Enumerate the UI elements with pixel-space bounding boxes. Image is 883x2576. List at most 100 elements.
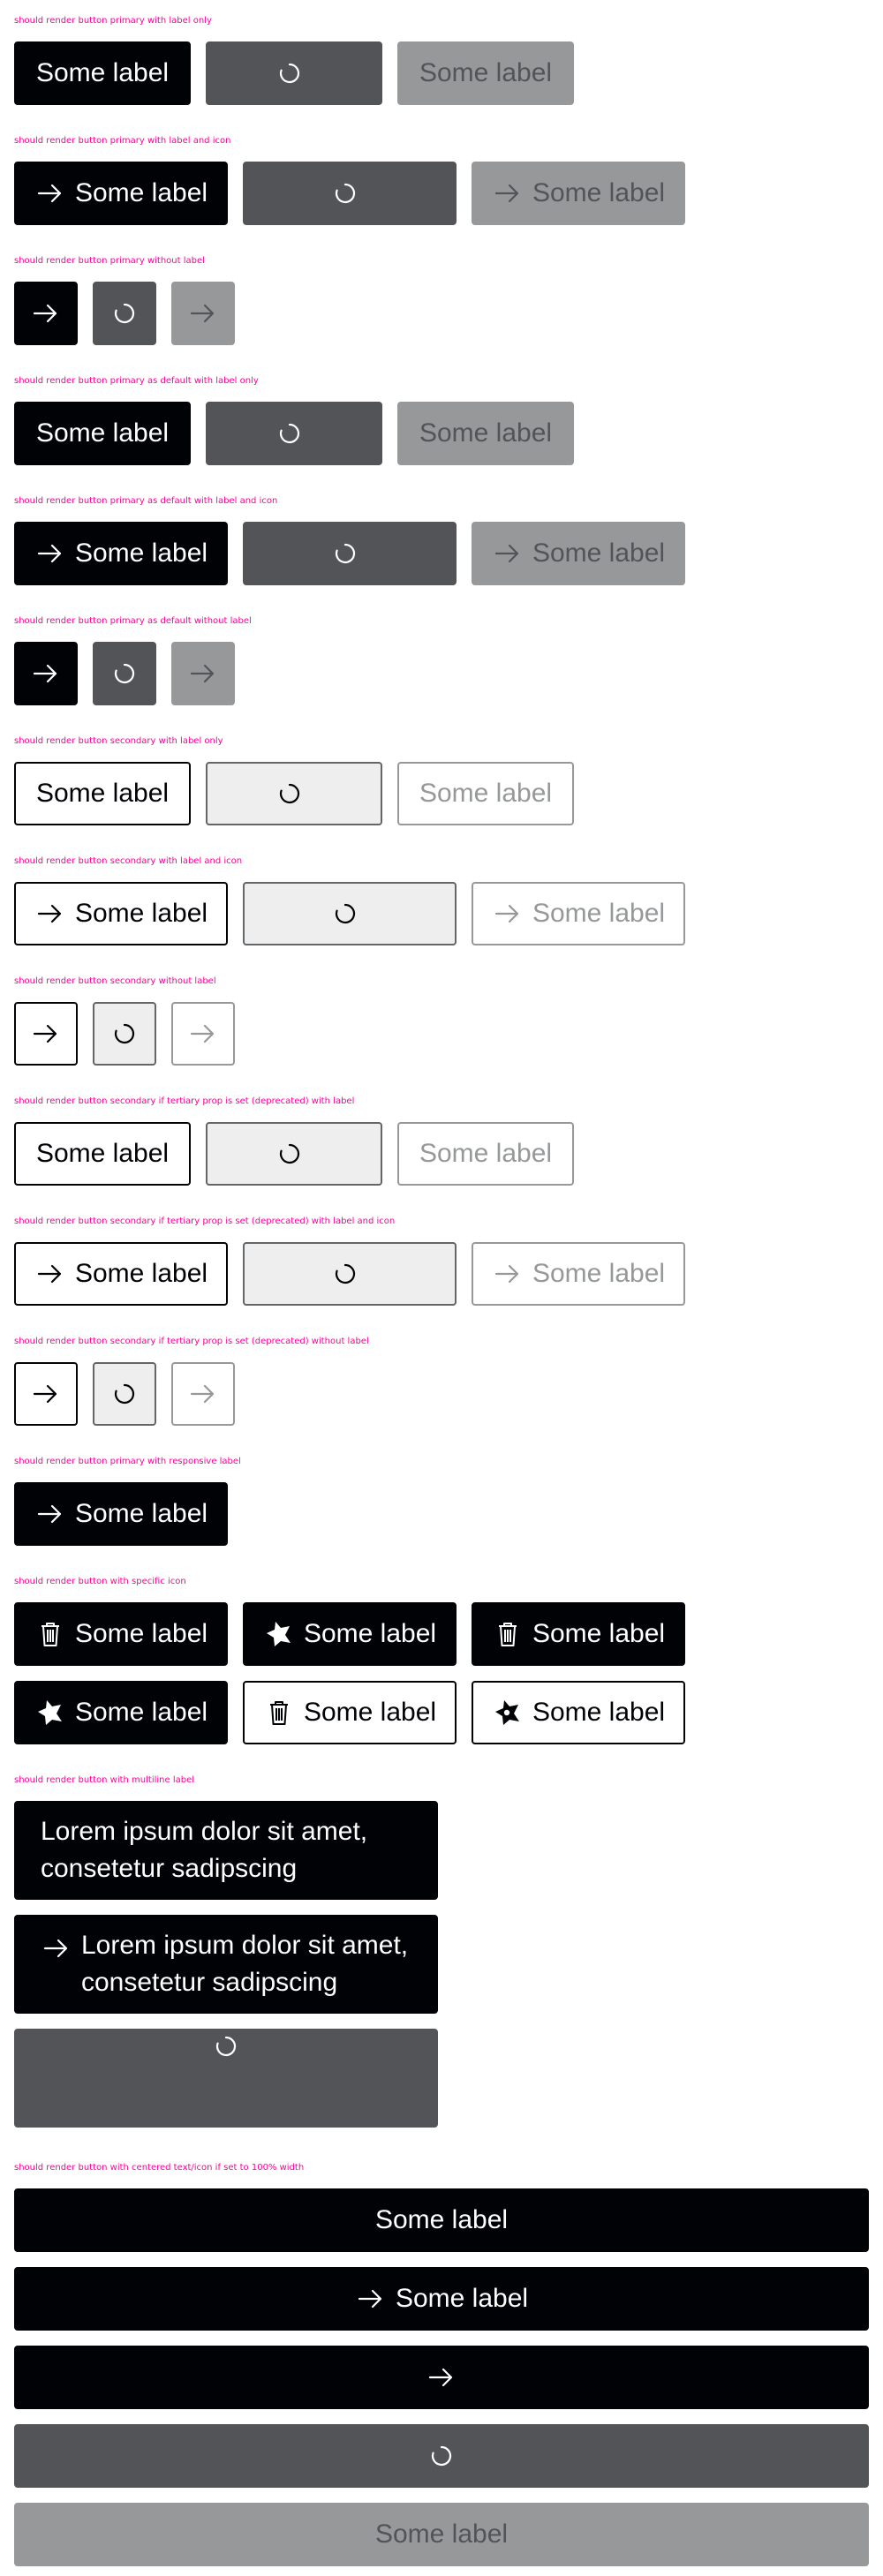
button-label: Lorem ipsum dolor sit amet, consetetur s… (81, 1931, 409, 1997)
arrow-right-icon (187, 1378, 219, 1410)
arrow-right-icon (426, 2361, 457, 2393)
secondary-disabled-icon-button (171, 1002, 235, 1066)
delete-icon (263, 1697, 295, 1729)
primary-disabled-icon-button (171, 282, 235, 345)
button-label: Some label (532, 1698, 666, 1727)
spinner-icon (109, 658, 140, 689)
arrow-right-icon (492, 177, 524, 209)
spinner-icon (274, 418, 306, 449)
button-row: Some label Some label (14, 402, 574, 465)
secondary-loading-button[interactable] (243, 882, 457, 945)
primary-loading-icon-button[interactable] (93, 642, 156, 705)
button-row: Some label Some label (14, 882, 685, 945)
arrow-right-icon (492, 538, 524, 569)
button-label: Some label (395, 2284, 529, 2313)
arrow-right-icon (187, 658, 219, 689)
primary-icon-button[interactable] (14, 642, 78, 705)
primary-icon-button[interactable] (14, 282, 78, 345)
secondary-delete-button[interactable]: Some label (243, 1681, 457, 1744)
button-row (14, 1362, 235, 1426)
section-heading: should render button with centered text/… (14, 2163, 305, 2173)
secondary-button[interactable]: Some label (14, 1122, 191, 1186)
secondary-loading-button[interactable] (206, 762, 382, 825)
button-label: Some label (419, 58, 553, 87)
secondary-loading-button[interactable] (206, 1122, 382, 1186)
button-label: Some label (532, 899, 666, 928)
spinner-icon (274, 778, 306, 810)
button-label: Some label (419, 779, 553, 808)
section-heading: should render button secondary if tertia… (14, 1337, 369, 1346)
primary-loading-button[interactable] (243, 162, 457, 225)
button-label: Some label (35, 1139, 170, 1168)
primary-fullwidth-loading-button[interactable] (14, 2424, 869, 2488)
section-heading: should render button primary with respon… (14, 1457, 241, 1466)
primary-responsive-button[interactable]: Some label (14, 1482, 228, 1546)
primary-disabled-button: Some label (397, 402, 574, 465)
primary-button[interactable]: Some label (14, 41, 191, 105)
secondary-icon-button[interactable] (14, 1002, 78, 1066)
secondary-disabled-button: Some label (472, 882, 685, 945)
secondary-loading-icon-button[interactable] (93, 1002, 156, 1066)
arrow-right-icon (355, 2283, 387, 2315)
primary-loading-button[interactable] (243, 522, 457, 585)
spinner-icon (329, 898, 361, 930)
arrow-right-icon (492, 898, 524, 930)
primary-delete-button[interactable]: Some label (472, 1602, 685, 1666)
primary-disabled-icon-button (171, 642, 235, 705)
button-label: Some label (35, 58, 170, 87)
arrow-right-icon (34, 898, 66, 930)
arrow-right-icon (30, 1018, 62, 1050)
button-label: Some label (419, 418, 553, 448)
primary-loading-icon-button[interactable] (93, 282, 156, 345)
spinner-icon (329, 538, 361, 569)
button-row: Some label Some label (14, 1242, 685, 1306)
button-row: Some label Some label (14, 762, 574, 825)
primary-multiline-button[interactable]: Lorem ipsum dolor sit amet, consetetur s… (14, 1801, 438, 1900)
secondary-button[interactable]: Some label (14, 1242, 228, 1306)
button-label: Some label (532, 1259, 666, 1288)
section-heading: should render button primary as default … (14, 376, 259, 386)
primary-highway-button[interactable]: Some label (14, 1681, 228, 1744)
primary-loading-button[interactable] (206, 41, 382, 105)
arrow-right-icon (41, 1932, 72, 1964)
highway-icon (263, 1618, 295, 1650)
section-heading: should render button secondary if tertia… (14, 1216, 396, 1226)
primary-button[interactable]: Some label (14, 522, 228, 585)
button-row (14, 282, 235, 345)
primary-button[interactable]: Some label (14, 162, 228, 225)
button-label: Some label (374, 2520, 509, 2549)
secondary-icon-button[interactable] (14, 1362, 78, 1426)
primary-button[interactable]: Some label (14, 402, 191, 465)
secondary-disabled-button: Some label (472, 1242, 685, 1306)
spinner-icon (109, 1378, 140, 1410)
primary-disabled-button: Some label (472, 522, 685, 585)
primary-loading-button[interactable] (206, 402, 382, 465)
secondary-button[interactable]: Some label (14, 882, 228, 945)
primary-highway-button[interactable]: Some label (243, 1602, 457, 1666)
button-label: Lorem ipsum dolor sit amet, consetetur s… (41, 1817, 368, 1883)
primary-multiline-icon-button[interactable]: Lorem ipsum dolor sit amet, consetetur s… (14, 1915, 438, 2014)
primary-fullwidth-button[interactable]: Some label (14, 2188, 869, 2252)
secondary-button[interactable]: Some label (14, 762, 191, 825)
spinner-icon (426, 2440, 457, 2472)
primary-fullwidth-icon-only-button[interactable] (14, 2346, 869, 2409)
arrow-right-icon (30, 298, 62, 329)
primary-delete-button[interactable]: Some label (14, 1602, 228, 1666)
arrow-right-icon (34, 1498, 66, 1530)
section-heading: should render button secondary if tertia… (14, 1096, 355, 1106)
secondary-loading-button[interactable] (243, 1242, 457, 1306)
secondary-loading-icon-button[interactable] (93, 1362, 156, 1426)
primary-multiline-loading-button[interactable] (14, 2029, 438, 2128)
button-label: Some label (532, 1619, 666, 1648)
button-label: Some label (532, 539, 666, 568)
button-label: Some label (74, 1499, 208, 1528)
button-row (14, 1002, 235, 1066)
primary-disabled-button: Some label (472, 162, 685, 225)
button-label: Some label (532, 178, 666, 207)
primary-fullwidth-icon-button[interactable]: Some label (14, 2267, 869, 2331)
arrow-right-icon (34, 1258, 66, 1290)
delete-icon (492, 1618, 524, 1650)
button-row: Some label Some label (14, 1122, 574, 1186)
secondary-highway-button[interactable]: Some label (472, 1681, 685, 1744)
spinner-icon (274, 1138, 306, 1170)
